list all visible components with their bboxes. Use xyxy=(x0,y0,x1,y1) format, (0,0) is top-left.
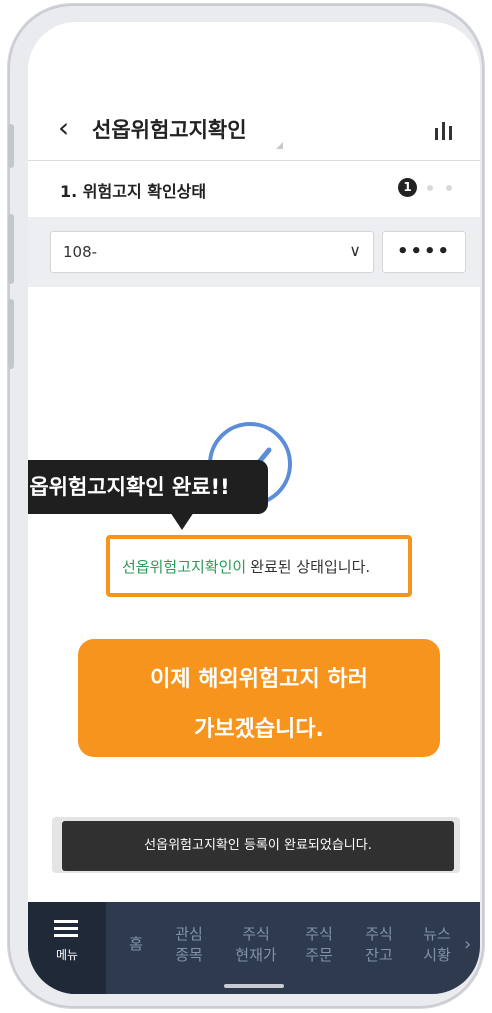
volume-down-button xyxy=(8,299,14,369)
nav-item-stock-order[interactable]: 주식 주문 xyxy=(294,924,344,966)
app-screen: ‹ 선옵위험고지확인 1. 위험고지 확인상태 1 108- ∨ •••• 선옵… xyxy=(28,22,480,994)
nav-item-news[interactable]: 뉴스 시황 xyxy=(412,924,462,966)
bottom-navigation: 메뉴 홈 관심 종목 주식 현재가 주식 주문 주식 잔고 뉴스 시황 › xyxy=(28,902,480,994)
next-step-card: 이제 해외위험고지 하러 가보겠습니다. xyxy=(78,639,440,757)
nav-item-sublabel: 잔고 xyxy=(365,946,393,964)
volume-up-button xyxy=(8,214,14,284)
account-select[interactable]: 108- ∨ xyxy=(50,231,374,273)
home-indicator xyxy=(224,984,284,988)
account-number: 108- xyxy=(63,243,98,261)
nav-item-stock-balance[interactable]: 주식 잔고 xyxy=(354,924,404,966)
header-divider xyxy=(28,160,480,161)
back-arrow-icon[interactable]: ‹ xyxy=(58,114,69,142)
menu-label: 메뉴 xyxy=(55,948,79,962)
step-dot-3 xyxy=(446,185,452,191)
title-corner-mark-icon xyxy=(276,142,283,149)
menu-button[interactable]: 메뉴 xyxy=(28,902,106,994)
nav-item-label: 주식 xyxy=(242,925,270,943)
page-title: 선옵위험고지확인 xyxy=(92,118,247,142)
next-step-line-1: 이제 해외위험고지 하러 xyxy=(150,667,368,692)
password-field[interactable]: •••• xyxy=(382,231,466,273)
nav-item-label: 뉴스 xyxy=(423,925,451,943)
status-message-box: 선옵위험고지확인이 완료된 상태입니다. xyxy=(106,535,412,597)
phone-frame: ‹ 선옵위험고지확인 1. 위험고지 확인상태 1 108- ∨ •••• 선옵… xyxy=(8,4,484,1008)
account-bar: 108- ∨ •••• xyxy=(28,217,480,287)
nav-item-label: 주식 xyxy=(365,925,393,943)
nav-item-label: 주식 xyxy=(305,925,333,943)
toast-container: 선옵위험고지확인 등록이 완료되었습니다. xyxy=(52,817,460,873)
tooltip-tail xyxy=(170,512,194,530)
nav-item-sublabel: 종목 xyxy=(175,946,203,964)
nav-item-watchlist[interactable]: 관심 종목 xyxy=(164,924,214,966)
nav-item-sublabel: 주문 xyxy=(305,946,333,964)
hamburger-icon xyxy=(54,920,78,938)
status-highlight: 선옵위험고지확인이 xyxy=(122,558,247,576)
nav-item-home[interactable]: 홈 xyxy=(116,934,156,955)
side-button-top xyxy=(8,124,14,168)
status-rest-text: 완료된 상태입니다. xyxy=(250,558,371,576)
completion-tooltip: 선옵위험고지확인 완료!! xyxy=(28,460,268,514)
nav-item-stock-price[interactable]: 주식 현재가 xyxy=(226,924,286,966)
next-step-line-2: 가보겠습니다. xyxy=(194,717,324,742)
status-message: 선옵위험고지확인이 완료된 상태입니다. xyxy=(122,556,370,577)
bar-chart-icon[interactable] xyxy=(433,120,455,140)
chevron-down-icon: ∨ xyxy=(349,241,361,260)
chevron-right-icon[interactable]: › xyxy=(464,934,471,955)
nav-item-label: 관심 xyxy=(175,925,203,943)
step-dot-2 xyxy=(427,185,433,191)
nav-item-label: 홈 xyxy=(129,935,143,953)
app-header: ‹ 선옵위험고지확인 xyxy=(28,102,480,154)
nav-item-sublabel: 시황 xyxy=(423,946,451,964)
section-title: 1. 위험고지 확인상태 xyxy=(60,182,207,201)
toast-message: 선옵위험고지확인 등록이 완료되었습니다. xyxy=(62,821,454,871)
step-number-badge: 1 xyxy=(398,178,417,197)
nav-item-sublabel: 현재가 xyxy=(235,946,277,964)
